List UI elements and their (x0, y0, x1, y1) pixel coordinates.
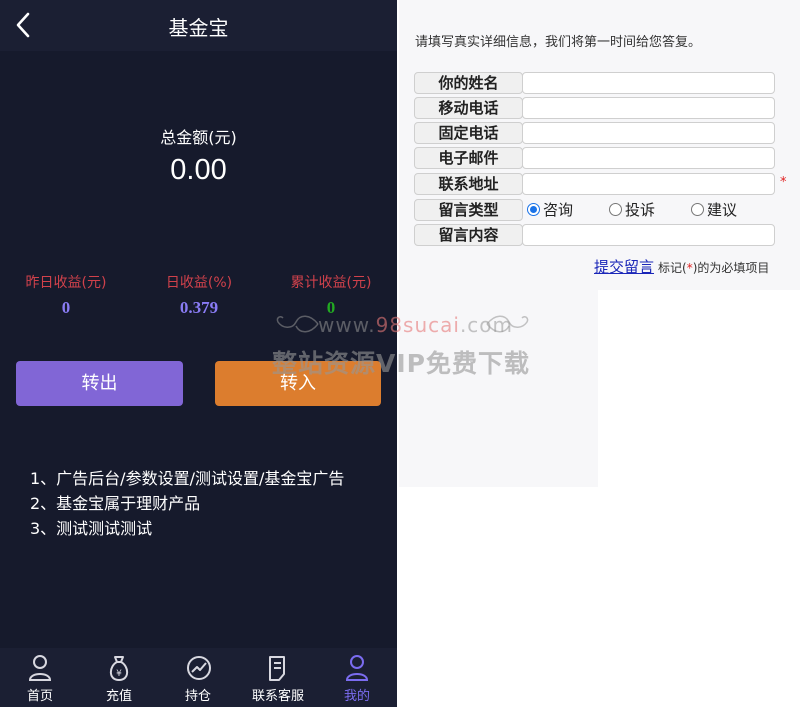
document-icon (269, 656, 285, 681)
watermark-url: www.98sucai.com (318, 313, 513, 337)
name-input[interactable] (522, 72, 775, 94)
phone-input[interactable] (522, 122, 775, 144)
hint-suffix: )的为必填项目 (692, 261, 770, 275)
radio-label: 建议 (707, 201, 738, 219)
chart-icon (187, 656, 211, 680)
note-item: 3、测试测试测试 (30, 519, 153, 538)
bottom-tab-bar: 首页 ¥ 充值 持仓 联系客服 我的 (0, 648, 397, 707)
tab-recharge[interactable]: ¥ 充值 (84, 648, 154, 707)
watermark-url-highlight: 98sucai (375, 313, 460, 337)
watermark-text: 整站资源VIP免费下载 (272, 349, 530, 378)
stat-yesterday-income: 昨日收益(元) 0 (6, 272, 126, 318)
tab-home[interactable]: 首页 (5, 648, 75, 707)
radio-dot (691, 203, 704, 216)
radio-complaint[interactable]: 投诉 (609, 199, 655, 221)
tab-label: 首页 (26, 689, 53, 704)
mobile-input[interactable] (522, 97, 775, 119)
money-bag-icon: ¥ (109, 656, 129, 682)
watermark-url-prefix: www. (318, 313, 376, 337)
watermark-ornament-right-icon (486, 315, 529, 333)
stat-label: 累计收益(元) (290, 275, 372, 291)
tab-label: 联系客服 (251, 689, 304, 704)
hint-prefix: 标记( (658, 261, 687, 275)
total-amount-label: 总金额(元) (160, 128, 237, 147)
required-mark: * (780, 175, 787, 190)
email-input[interactable] (522, 147, 775, 169)
field-label-message-content: 留言内容 (414, 224, 523, 246)
field-label-phone: 固定电话 (414, 122, 523, 144)
required-hint: 标记(*)的为必填项目 (658, 259, 769, 276)
form-intro-text: 请填写真实详细信息，我们将第一时间给您答复。 (415, 35, 702, 50)
field-label-name: 你的姓名 (414, 72, 523, 94)
stat-value: 0 (61, 298, 71, 317)
stat-label: 昨日收益(元) (25, 275, 107, 291)
submit-message-link[interactable]: 提交留言 (594, 256, 654, 277)
radio-dot (527, 203, 540, 216)
radio-dot (609, 203, 622, 216)
tab-customer-service[interactable]: 联系客服 (243, 648, 313, 707)
radio-label: 咨询 (543, 201, 574, 219)
radio-label: 投诉 (625, 201, 656, 219)
notes-list: 1、广告后台/参数设置/测试设置/基金宝广告 2、基金宝属于理财产品 3、测试测… (30, 466, 344, 541)
total-amount-value: 0.00 (170, 154, 227, 186)
note-item: 2、基金宝属于理财产品 (30, 494, 201, 513)
tab-mine[interactable]: 我的 (322, 648, 392, 707)
tab-label: 我的 (343, 689, 370, 704)
stat-value: 0.379 (179, 298, 219, 317)
user-icon (345, 655, 369, 681)
tab-holdings[interactable]: 持仓 (163, 648, 233, 707)
transfer-out-button[interactable]: 转出 (16, 361, 183, 406)
stat-daily-rate: 日收益(%) 0.379 (139, 272, 259, 318)
stat-label: 日收益(%) (165, 275, 233, 291)
field-label-email: 电子邮件 (414, 147, 523, 169)
top-nav-bar: 基金宝 (0, 0, 397, 51)
tab-label: 充值 (105, 689, 132, 704)
tab-label: 持仓 (184, 689, 211, 704)
field-label-message-type: 留言类型 (414, 199, 523, 221)
svg-text:¥: ¥ (116, 669, 122, 679)
field-label-address: 联系地址 (414, 173, 523, 195)
radio-suggestion[interactable]: 建议 (691, 199, 737, 221)
watermark-ornament-left-icon (276, 315, 319, 333)
address-input[interactable] (522, 173, 775, 195)
page-title: 基金宝 (168, 16, 229, 40)
user-icon (28, 655, 52, 681)
page-root: 基金宝 总金额(元) 0.00 昨日收益(元) 0 日收益(%) 0.379 累… (0, 0, 800, 707)
message-content-textarea[interactable] (522, 224, 775, 246)
radio-consult[interactable]: 咨询 (527, 199, 573, 221)
field-label-mobile: 移动电话 (414, 97, 523, 119)
note-item: 1、广告后台/参数设置/测试设置/基金宝广告 (30, 469, 345, 488)
